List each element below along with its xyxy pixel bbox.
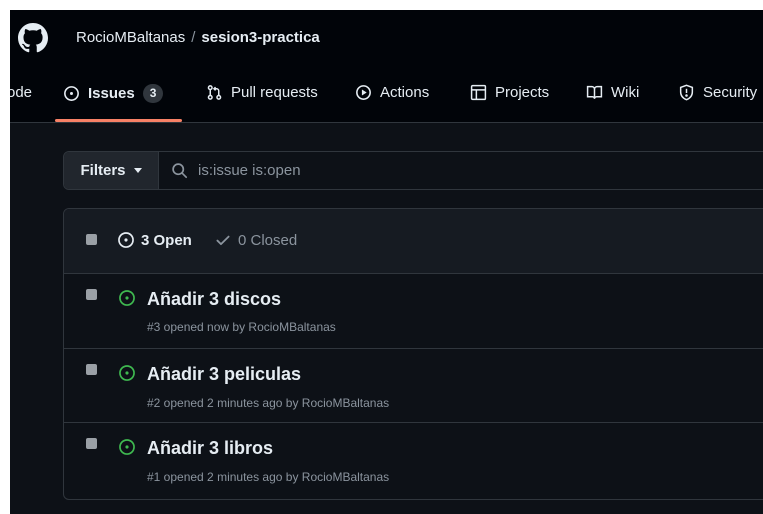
- tab-actions[interactable]: Actions: [355, 84, 429, 101]
- issues-list-box: 3 Open 0 Closed Añadir 3 discos #3 opene…: [63, 208, 763, 500]
- breadcrumb-separator: /: [191, 29, 196, 46]
- issues-filter-bar: Filters: [63, 151, 763, 190]
- tab-code[interactable]: ode: [10, 84, 32, 101]
- search-input[interactable]: [198, 162, 698, 179]
- issue-opened-icon: [119, 439, 135, 455]
- tab-security-label: Security: [703, 84, 758, 101]
- repo-nav-tabs: ode Issues 3 Pull requests Actions Proje…: [10, 62, 763, 123]
- breadcrumb: RocioMBaltanas / sesion3-practica: [76, 29, 320, 46]
- select-all-checkbox[interactable]: [86, 234, 97, 245]
- tab-pull-requests-label: Pull requests: [231, 84, 318, 101]
- issue-opened-icon: [64, 86, 79, 101]
- issue-checkbox[interactable]: [86, 289, 97, 300]
- tab-wiki[interactable]: Wiki: [586, 84, 639, 101]
- issue-meta: #1 opened 2 minutes ago by RocioMBaltana…: [147, 470, 390, 484]
- tab-security[interactable]: Security: [678, 84, 757, 101]
- git-pull-request-icon: [207, 85, 222, 100]
- search-field[interactable]: [159, 152, 763, 189]
- issue-opened-icon: [119, 365, 135, 381]
- caret-down-icon: [133, 168, 142, 173]
- filters-dropdown-button[interactable]: Filters: [64, 152, 159, 189]
- repo-owner-link[interactable]: RocioMBaltanas: [76, 29, 185, 46]
- search-icon: [172, 163, 188, 179]
- issue-row[interactable]: Añadir 3 peliculas #2 opened 2 minutes a…: [64, 348, 763, 423]
- check-icon: [216, 235, 230, 246]
- closed-issues-toggle[interactable]: 0 Closed: [214, 231, 297, 249]
- tab-wiki-label: Wiki: [611, 84, 640, 101]
- filters-button-label: Filters: [80, 162, 126, 179]
- issue-checkbox[interactable]: [86, 364, 97, 375]
- issue-row[interactable]: Añadir 3 discos #3 opened now by RocioMB…: [64, 273, 763, 348]
- active-tab-indicator: [55, 119, 182, 122]
- open-issues-toggle[interactable]: 3 Open: [117, 231, 192, 249]
- tab-code-label: ode: [10, 84, 33, 101]
- top-bar: RocioMBaltanas / sesion3-practica: [10, 10, 763, 62]
- open-count-label: 3 Open: [141, 231, 192, 249]
- issue-title-link[interactable]: Añadir 3 libros: [147, 438, 273, 459]
- tab-issues-label: Issues: [88, 85, 135, 102]
- closed-count-label: 0 Closed: [238, 231, 298, 249]
- issue-opened-icon: [119, 290, 135, 306]
- issues-count-badge: 3: [142, 84, 164, 103]
- tab-actions-label: Actions: [380, 84, 430, 101]
- issue-meta: #2 opened 2 minutes ago by RocioMBaltana…: [147, 396, 390, 410]
- book-icon: [586, 85, 603, 100]
- repo-name-link[interactable]: sesion3-practica: [201, 29, 319, 46]
- table-icon: [470, 84, 487, 101]
- shield-icon: [679, 84, 694, 101]
- issue-title-link[interactable]: Añadir 3 peliculas: [147, 364, 301, 385]
- tab-pull-requests[interactable]: Pull requests: [206, 84, 318, 101]
- issue-opened-icon: [118, 232, 134, 248]
- tab-projects[interactable]: Projects: [470, 84, 549, 101]
- play-icon: [356, 85, 371, 100]
- issue-title-link[interactable]: Añadir 3 discos: [147, 289, 281, 310]
- issue-row[interactable]: Añadir 3 libros #1 opened 2 minutes ago …: [64, 422, 763, 499]
- issue-checkbox[interactable]: [86, 438, 97, 449]
- github-logo-icon[interactable]: [18, 23, 48, 53]
- github-window: RocioMBaltanas / sesion3-practica ode Issu…: [10, 10, 763, 514]
- tab-projects-label: Projects: [495, 84, 550, 101]
- tab-issues[interactable]: Issues 3: [63, 84, 164, 103]
- issues-list-header: 3 Open 0 Closed: [64, 209, 763, 274]
- issue-meta: #3 opened now by RocioMBaltanas: [147, 320, 336, 334]
